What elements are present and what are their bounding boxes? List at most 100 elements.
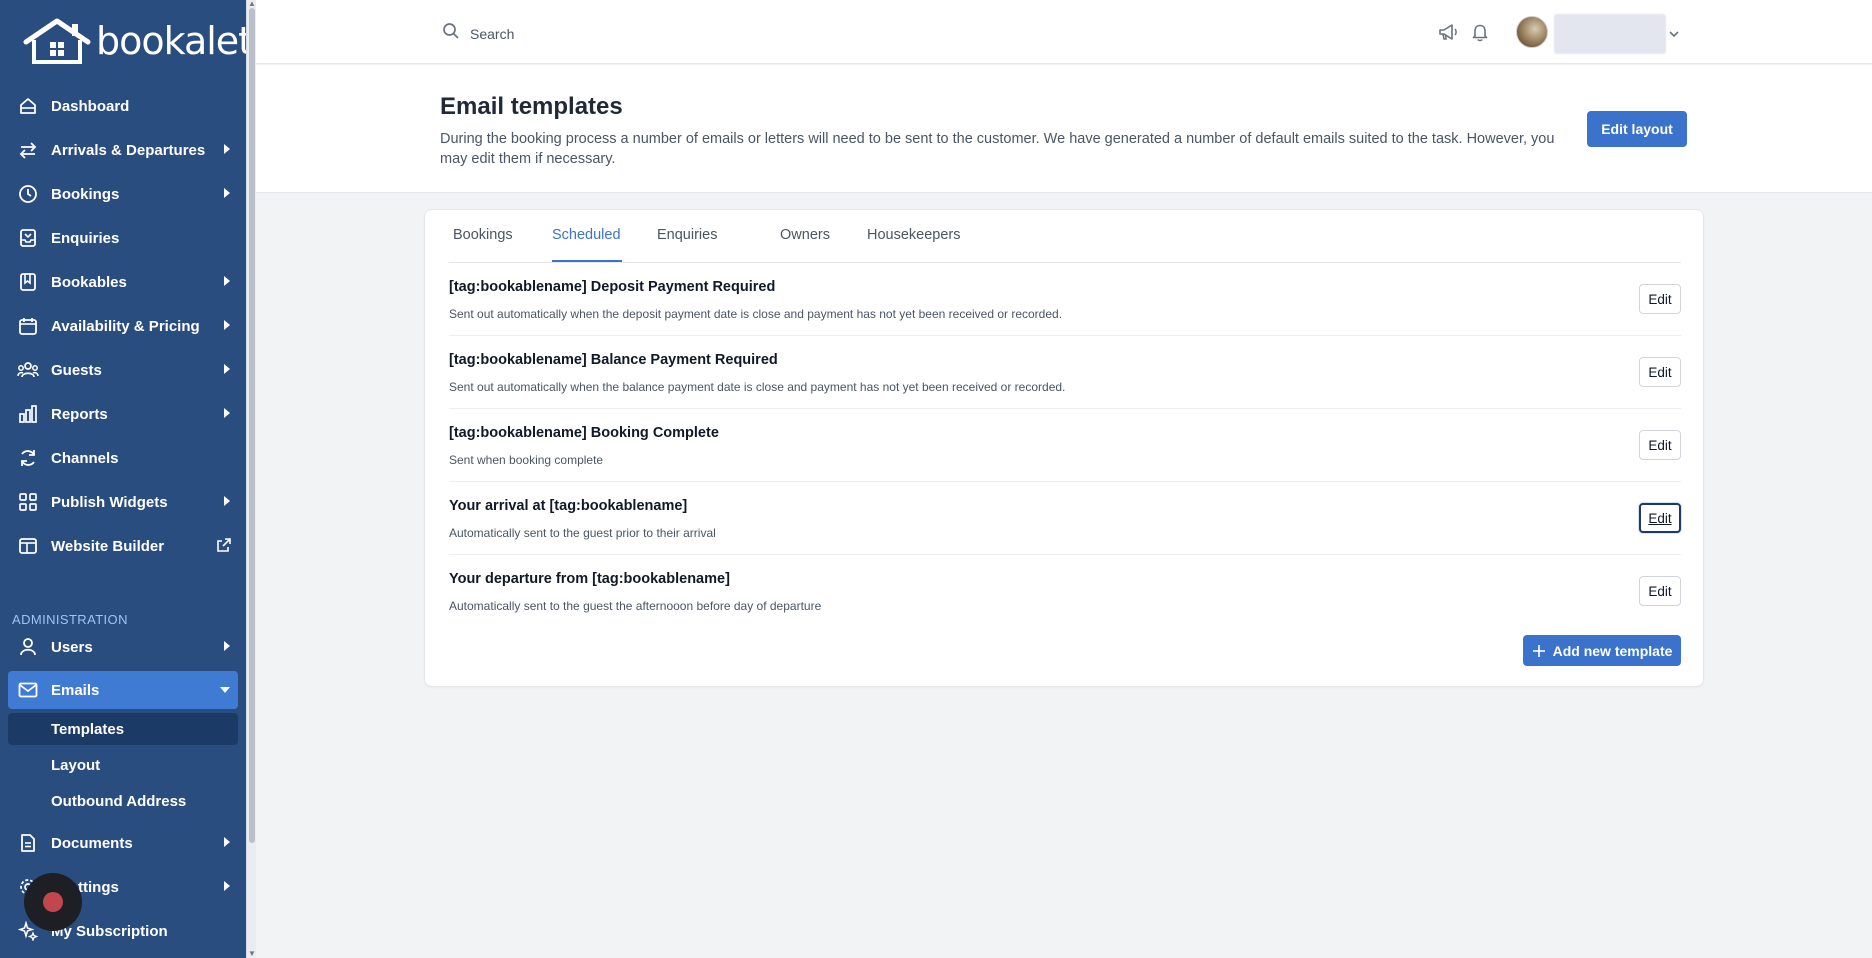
caret-right-icon xyxy=(224,408,230,418)
edit-button[interactable]: Edit xyxy=(1639,576,1681,606)
sidebar-item-label: Users xyxy=(51,638,93,656)
house-logo-icon xyxy=(23,18,91,64)
sidebar-item-documents[interactable]: Documents xyxy=(8,824,238,862)
sidebar-item-label: Arrivals & Departures xyxy=(51,141,206,159)
template-row: [tag:bookablename] Booking Complete Sent… xyxy=(449,409,1681,482)
template-row: [tag:bookablename] Balance Payment Requi… xyxy=(449,336,1681,409)
caret-right-icon xyxy=(224,144,230,154)
page-title: Email templates xyxy=(440,93,623,120)
add-new-template-button[interactable]: Add new template xyxy=(1523,635,1681,666)
tab-enquiries[interactable]: Enquiries xyxy=(657,227,717,243)
active-tab-underline xyxy=(552,260,622,262)
plus-icon xyxy=(1532,644,1546,658)
template-row: Your arrival at [tag:bookablename] Autom… xyxy=(449,482,1681,555)
caret-right-icon xyxy=(224,276,230,286)
template-description: Sent out automatically when the deposit … xyxy=(449,307,1063,321)
mail-icon xyxy=(16,678,40,702)
sidebar-item-bookables[interactable]: Bookables xyxy=(8,263,238,301)
edit-button[interactable]: Edit xyxy=(1639,357,1681,387)
sidebar-item-label: Emails xyxy=(51,681,100,699)
tab-scheduled[interactable]: Scheduled xyxy=(552,227,621,243)
megaphone-icon[interactable] xyxy=(1436,20,1460,44)
browser-icon xyxy=(16,534,40,558)
brand-logo[interactable]: bookalet xyxy=(22,18,253,64)
sidebar-item-reports[interactable]: Reports xyxy=(8,395,238,433)
tab-bookings[interactable]: Bookings xyxy=(453,227,513,243)
scroll-down-icon[interactable]: ▼ xyxy=(248,950,256,958)
caret-right-icon xyxy=(224,641,230,651)
document-icon xyxy=(16,831,40,855)
template-title: [tag:bookablename] Deposit Payment Requi… xyxy=(449,279,776,295)
caret-down-icon xyxy=(220,687,230,693)
sidebar-item-label: Guests xyxy=(51,361,102,379)
template-title: [tag:bookablename] Booking Complete xyxy=(449,425,719,441)
external-link-icon xyxy=(216,537,232,558)
caret-right-icon xyxy=(224,496,230,506)
template-title: Your arrival at [tag:bookablename] xyxy=(449,498,688,514)
tab-owners[interactable]: Owners xyxy=(780,227,830,243)
avatar[interactable] xyxy=(1516,16,1548,48)
sidebar-item-guests[interactable]: Guests xyxy=(8,351,238,389)
sidebar-item-label: Website Builder xyxy=(51,537,165,555)
sidebar-item-label: Availability & Pricing xyxy=(51,317,200,335)
templates-card: Bookings Scheduled Enquiries Owners Hous… xyxy=(424,209,1704,687)
swap-arrows-icon xyxy=(16,138,40,162)
users-group-icon xyxy=(16,358,40,382)
sidebar-item-enquiries[interactable]: Enquiries xyxy=(8,219,238,257)
caret-right-icon xyxy=(224,881,230,891)
section-label-administration: ADMINISTRATION xyxy=(12,612,128,627)
bell-icon[interactable] xyxy=(1468,20,1492,44)
record-button[interactable] xyxy=(24,873,82,931)
search-bar[interactable]: Search xyxy=(442,22,514,45)
page-header: Email templates During the booking proce… xyxy=(256,65,1872,193)
edit-button[interactable]: Edit xyxy=(1639,430,1681,460)
template-description: Sent when booking complete xyxy=(449,453,604,467)
edit-button[interactable]: Edit xyxy=(1639,284,1681,314)
sidebar-item-emails[interactable]: Emails xyxy=(8,671,238,709)
calendar-icon xyxy=(16,314,40,338)
sidebar-subitem-outbound-address[interactable]: Outbound Address xyxy=(8,785,238,817)
tab-housekeepers[interactable]: Housekeepers xyxy=(867,227,961,243)
sidebar-item-publish-widgets[interactable]: Publish Widgets xyxy=(8,483,238,521)
sidebar-item-label: ttings xyxy=(78,878,119,896)
sidebar-item-channels[interactable]: Channels xyxy=(8,439,238,477)
sidebar-item-label: Bookables xyxy=(51,273,127,291)
home-icon xyxy=(16,94,40,118)
record-dot-icon xyxy=(43,892,63,912)
template-description: Automatically sent to the guest prior to… xyxy=(449,526,716,540)
username-redacted[interactable] xyxy=(1554,14,1666,54)
sidebar-item-label: Reports xyxy=(51,405,108,423)
brand-name: bookalet xyxy=(96,19,253,63)
sidebar-item-label: Channels xyxy=(51,449,119,467)
sidebar-item-dashboard[interactable]: Dashboard xyxy=(8,87,238,125)
template-row: Your departure from [tag:bookablename] A… xyxy=(449,555,1681,628)
grid-icon xyxy=(16,490,40,514)
book-icon xyxy=(16,270,40,294)
sync-icon xyxy=(16,446,40,470)
sidebar-scrollbar[interactable]: ▲ ▼ xyxy=(246,0,256,958)
clock-icon xyxy=(16,182,40,206)
sidebar-subitem-layout[interactable]: Layout xyxy=(8,749,238,781)
chevron-down-icon[interactable] xyxy=(1668,26,1680,44)
sidebar-item-availability[interactable]: Availability & Pricing xyxy=(8,307,238,345)
sidebar-subitem-templates[interactable]: Templates xyxy=(8,713,238,745)
caret-right-icon xyxy=(224,188,230,198)
scroll-up-icon[interactable]: ▲ xyxy=(248,0,256,8)
edit-button[interactable]: Edit xyxy=(1639,503,1681,533)
sidebar-item-arrivals[interactable]: Arrivals & Departures xyxy=(8,131,238,169)
sidebar-item-label: Enquiries xyxy=(51,229,120,247)
bar-chart-icon xyxy=(16,402,40,426)
caret-right-icon xyxy=(224,320,230,330)
sidebar-item-bookings[interactable]: Bookings xyxy=(8,175,238,213)
sidebar-item-users[interactable]: Users xyxy=(8,628,238,666)
template-description: Automatically sent to the guest the afte… xyxy=(449,599,822,613)
add-new-template-label: Add new template xyxy=(1552,642,1673,659)
edit-layout-button[interactable]: Edit layout xyxy=(1587,111,1687,147)
sidebar-item-website-builder[interactable]: Website Builder xyxy=(8,527,238,565)
scrollbar-thumb[interactable] xyxy=(249,8,255,843)
caret-right-icon xyxy=(224,837,230,847)
page-description: During the booking process a number of e… xyxy=(440,131,1555,167)
search-input[interactable]: Search xyxy=(470,26,514,42)
inbox-icon xyxy=(16,226,40,250)
caret-right-icon xyxy=(224,364,230,374)
